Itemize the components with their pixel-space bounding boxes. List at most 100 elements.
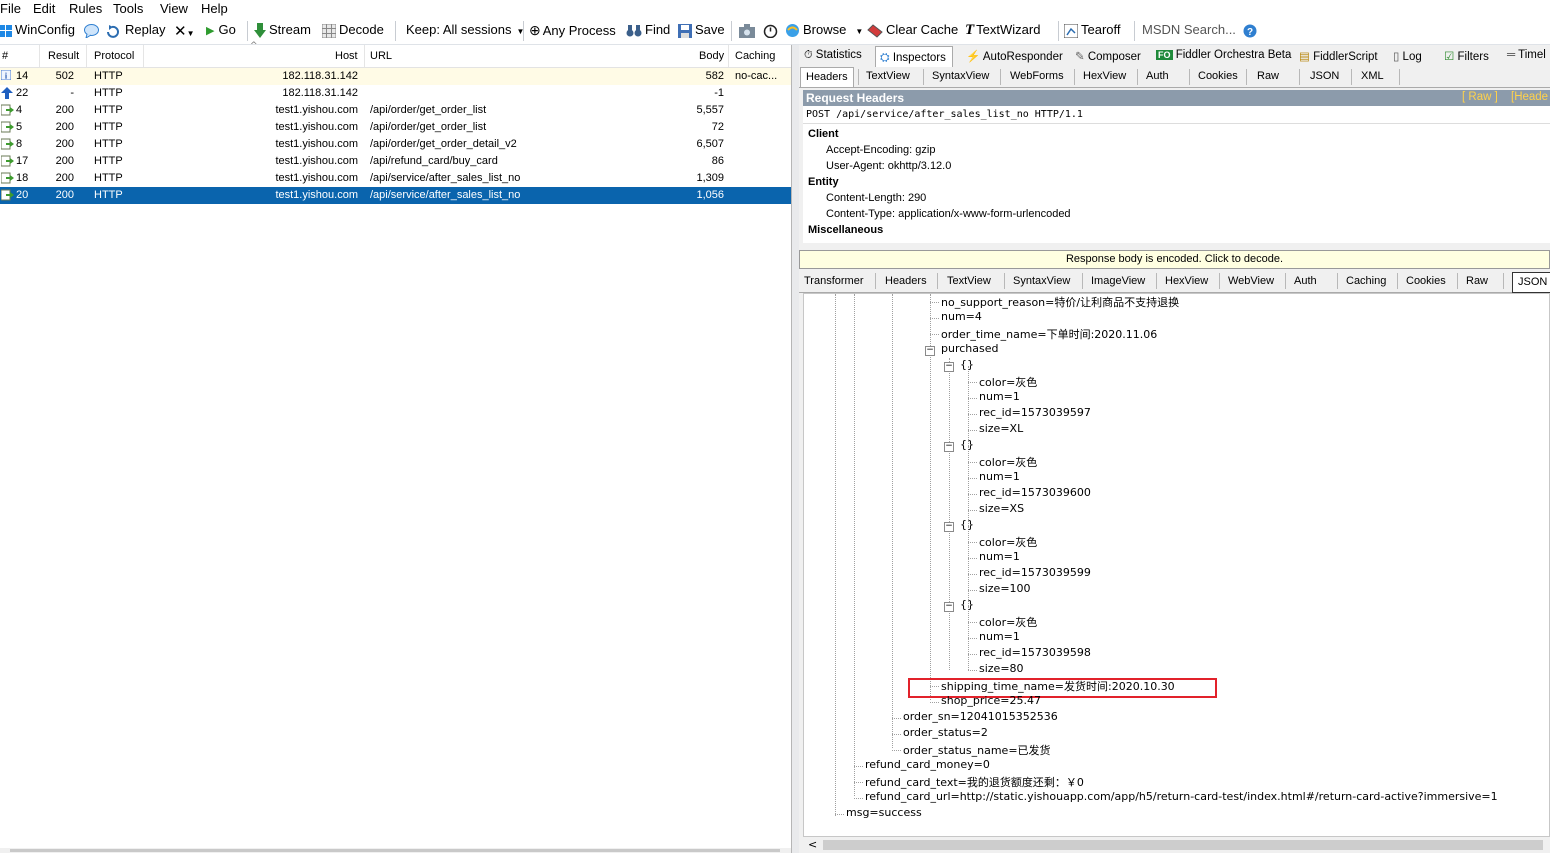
session-list-scrollbar[interactable] <box>0 848 791 853</box>
scroll-thumb[interactable] <box>823 840 1543 850</box>
session-row[interactable]: 22 - HTTP 182.118.31.142 -1 <box>0 85 791 102</box>
session-row[interactable]: 8 200 HTTP test1.yishou.com/api/order/get_o… <box>0 136 791 153</box>
session-row[interactable]: i 14 502 HTTP 182.118.31.142 582 no-cac... <box>0 68 791 85</box>
col-url[interactable]: URL <box>370 50 392 62</box>
resp-tab-syntaxview[interactable]: SyntaxView <box>1013 275 1070 287</box>
tree-node[interactable]: num=1 <box>979 630 1020 643</box>
tab-filters[interactable]: ☑ Filters <box>1444 49 1489 63</box>
tree-node[interactable]: size=80 <box>979 662 1024 675</box>
resp-tab-textview[interactable]: TextView <box>947 275 991 287</box>
session-row[interactable]: 5 200 HTTP test1.yishou.com/api/order/get_o… <box>0 119 791 136</box>
find-button[interactable]: Find <box>626 22 670 37</box>
keep-sessions-dropdown[interactable]: Keep: All sessions ▼ <box>406 22 524 37</box>
tree-node[interactable]: order_time_name=下单时间:2020.11.06 <box>941 326 1157 342</box>
winconfig-button[interactable]: WinConfig <box>0 22 75 37</box>
resp-tab-headers[interactable]: Headers <box>885 275 927 287</box>
resp-tab-caching[interactable]: Caching <box>1346 275 1386 287</box>
any-process-button[interactable]: ⊕ Any Process <box>529 22 616 39</box>
tree-node[interactable]: no_support_reason=特价/让利商品不支持退换 <box>941 294 1179 310</box>
resp-tab-raw[interactable]: Raw <box>1466 275 1488 287</box>
tree-node[interactable]: size=XS <box>979 502 1024 515</box>
menu-tools[interactable]: Tools <box>113 1 143 16</box>
col-caching[interactable]: Caching <box>735 50 775 62</box>
tearoff-button[interactable]: Tearoff <box>1064 22 1121 38</box>
resp-tab-hexview[interactable]: HexView <box>1165 275 1208 287</box>
tree-node[interactable]: num=1 <box>979 550 1020 563</box>
json-tree[interactable]: no_support_reason=特价/让利商品不支持退换 num=4 ord… <box>803 293 1550 837</box>
resp-tab-webview[interactable]: WebView <box>1228 275 1274 287</box>
browse-button[interactable]: Browse ▼ <box>785 22 863 38</box>
help-button[interactable]: ? <box>1243 22 1260 38</box>
decode-response-bar[interactable]: Response body is encoded. Click to decod… <box>799 250 1550 269</box>
session-row[interactable]: 20 200 HTTP test1.yishou.com/api/service/af… <box>0 187 791 204</box>
tab-log[interactable]: ▯ Log <box>1393 49 1422 63</box>
req-tab-webforms[interactable]: WebForms <box>1010 70 1064 82</box>
timer-button[interactable] <box>763 22 781 39</box>
req-tab-json[interactable]: JSON <box>1310 70 1339 82</box>
screenshot-button[interactable] <box>739 22 758 38</box>
collapse-toggle[interactable]: − <box>944 522 954 532</box>
col-body[interactable]: Body <box>699 50 724 62</box>
resp-tab-cookies[interactable]: Cookies <box>1406 275 1446 287</box>
go-button[interactable]: ▶ Go <box>206 22 236 37</box>
tree-node[interactable]: refund_card_url=http://static.yishouapp.… <box>865 790 1498 803</box>
tab-fiddler-orchestra[interactable]: FO Fiddler Orchestra Beta <box>1156 49 1291 61</box>
raw-link[interactable]: [ Raw ] <box>1462 91 1498 103</box>
tree-node[interactable]: refund_card_money=0 <box>865 758 990 771</box>
tree-node[interactable]: order_sn=12041015352536 <box>903 710 1058 723</box>
menu-rules[interactable]: Rules <box>69 1 102 16</box>
resp-tab-imageview[interactable]: ImageView <box>1091 275 1145 287</box>
tab-autoresponder[interactable]: ⚡ AutoResponder <box>966 49 1063 63</box>
resp-tab-transformer[interactable]: Transformer <box>804 275 864 287</box>
req-tab-auth[interactable]: Auth <box>1146 70 1169 82</box>
tab-statistics[interactable]: ⏱ Statistics <box>804 49 862 62</box>
tree-node[interactable]: num=4 <box>941 310 982 323</box>
msdn-search-input[interactable]: MSDN Search... <box>1142 22 1236 37</box>
req-tab-xml[interactable]: XML <box>1361 70 1384 82</box>
tree-node-purchased[interactable]: purchased <box>941 342 998 355</box>
tree-node[interactable]: size=XL <box>979 422 1023 435</box>
req-tab-syntaxview[interactable]: SyntaxView <box>932 70 989 82</box>
collapse-toggle[interactable]: − <box>944 602 954 612</box>
session-row[interactable]: 18 200 HTTP test1.yishou.com/api/service/af… <box>0 170 791 187</box>
tree-node[interactable]: size=100 <box>979 582 1031 595</box>
tree-node-object[interactable]: {} <box>960 518 974 531</box>
decode-button[interactable]: Decode <box>322 22 384 38</box>
col-protocol[interactable]: Protocol <box>94 50 134 62</box>
session-row[interactable]: 4 200 HTTP test1.yishou.com/api/order/get_o… <box>0 102 791 119</box>
clear-cache-button[interactable]: Clear Cache <box>867 22 958 38</box>
collapse-toggle[interactable]: − <box>925 346 935 356</box>
tree-node-object[interactable]: {} <box>960 438 974 451</box>
col-result[interactable]: Result <box>48 50 79 62</box>
save-button[interactable]: Save <box>678 22 725 38</box>
col-number[interactable]: # <box>2 50 8 62</box>
tree-node[interactable]: order_status_name=已发货 <box>903 742 1051 758</box>
replay-button[interactable]: Replay <box>106 22 165 38</box>
comment-button[interactable] <box>84 22 102 38</box>
tree-node[interactable]: color=灰色 <box>979 374 1037 390</box>
tree-node-object[interactable]: {} <box>960 598 974 611</box>
tree-node[interactable]: order_status=2 <box>903 726 988 739</box>
tree-node[interactable]: color=灰色 <box>979 614 1037 630</box>
req-tab-headers[interactable]: Headers <box>800 67 854 87</box>
req-tab-textview[interactable]: TextView <box>866 70 910 82</box>
tree-node[interactable]: rec_id=1573039598 <box>979 646 1091 659</box>
tree-node[interactable]: msg=success <box>846 806 922 819</box>
menu-edit[interactable]: Edit <box>33 1 55 16</box>
tree-node[interactable]: num=1 <box>979 390 1020 403</box>
tree-node[interactable]: rec_id=1573039600 <box>979 486 1091 499</box>
tree-node[interactable]: rec_id=1573039597 <box>979 406 1091 419</box>
menu-file[interactable]: File <box>0 1 21 16</box>
tree-node[interactable]: color=灰色 <box>979 454 1037 470</box>
tree-node[interactable]: rec_id=1573039599 <box>979 566 1091 579</box>
resp-tab-auth[interactable]: Auth <box>1294 275 1317 287</box>
remove-button[interactable]: ✕▼ <box>174 22 195 40</box>
req-tab-raw[interactable]: Raw <box>1257 70 1279 82</box>
tab-inspectors[interactable]: ⛭ Inspectors <box>875 46 953 69</box>
resp-tab-json[interactable]: JSON <box>1512 272 1550 293</box>
tree-node[interactable]: color=灰色 <box>979 534 1037 550</box>
header-definitions-link[interactable]: [Heade <box>1511 91 1548 103</box>
tree-node[interactable]: refund_card_text=我的退货额度还剩：￥0 <box>865 774 1084 790</box>
tab-timeline[interactable]: ═ Timel <box>1507 49 1546 61</box>
collapse-toggle[interactable]: − <box>944 442 954 452</box>
